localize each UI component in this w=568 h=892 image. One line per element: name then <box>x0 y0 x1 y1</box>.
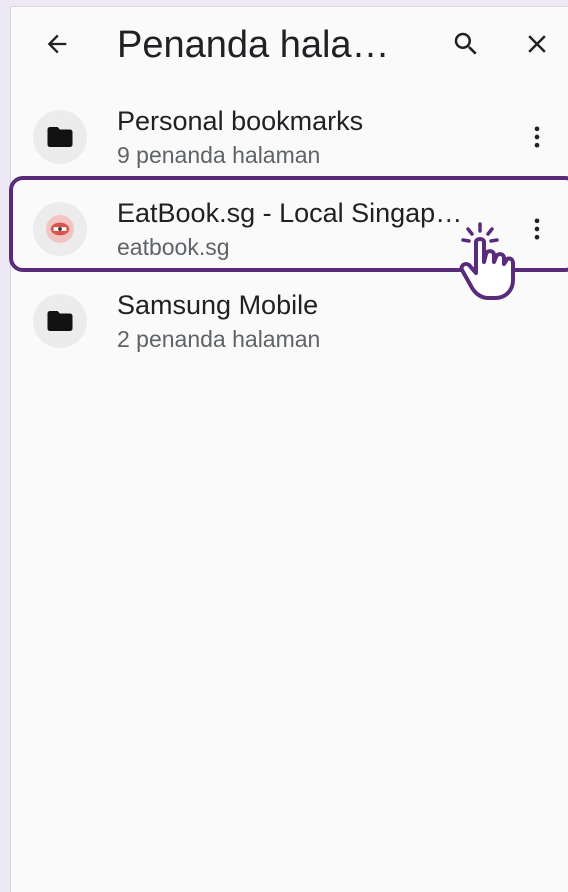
close-icon <box>528 35 546 53</box>
screen: Penanda hala… Personal bookmarks 9 penan… <box>0 0 568 892</box>
folder-avatar <box>33 294 87 348</box>
search-button[interactable] <box>444 22 488 66</box>
folder-icon <box>47 127 73 147</box>
favicon-graphic <box>50 222 70 236</box>
bookmark-item-eatbook[interactable]: EatBook.sg - Local Singap… eatbook.sg <box>11 185 568 273</box>
site-avatar <box>33 202 87 256</box>
folder-icon <box>47 311 73 331</box>
top-app-bar: Penanda hala… <box>11 7 568 83</box>
bookmark-title: Personal bookmarks <box>117 106 364 136</box>
bookmark-subtitle: 9 penanda halaman <box>117 142 321 168</box>
more-options-button[interactable] <box>517 115 557 159</box>
bookmark-item-personal[interactable]: Personal bookmarks 9 penanda halaman <box>11 93 568 181</box>
more-vert-icon <box>534 126 540 148</box>
bookmark-subtitle: 2 penanda halaman <box>117 326 321 352</box>
search-icon <box>454 32 477 55</box>
bookmark-title: Samsung Mobile <box>117 290 319 320</box>
more-vert-icon <box>534 218 540 240</box>
bookmark-title: EatBook.sg - Local Singap… <box>117 198 463 228</box>
bookmarks-panel: Penanda hala… Personal bookmarks 9 penan… <box>10 6 568 892</box>
bookmark-subtitle: eatbook.sg <box>117 234 230 260</box>
more-options-button[interactable] <box>517 207 557 251</box>
close-button[interactable] <box>515 22 559 66</box>
back-button[interactable] <box>35 22 79 66</box>
arrow-back-icon <box>47 34 67 54</box>
site-favicon-icon <box>46 215 74 243</box>
page-title: Penanda hala… <box>117 24 390 66</box>
bookmark-item-samsung[interactable]: Samsung Mobile 2 penanda halaman <box>11 277 568 365</box>
folder-avatar <box>33 110 87 164</box>
